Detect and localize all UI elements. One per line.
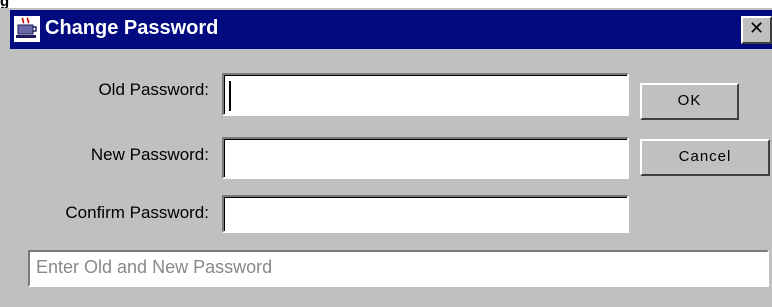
change-password-dialog: Change Password ✕ Old Password: New Pass… (0, 8, 772, 307)
dialog-title: Change Password (45, 17, 219, 39)
cancel-button[interactable]: Cancel (640, 139, 770, 176)
confirm-password-field[interactable] (222, 195, 629, 233)
text-caret (229, 81, 231, 111)
close-icon: ✕ (748, 18, 765, 39)
coffee-cup-icon (14, 16, 40, 42)
confirm-password-label: Confirm Password: (65, 203, 209, 222)
status-message: Enter Old and New Password (28, 250, 769, 287)
new-password-label: New Password: (90, 145, 209, 164)
new-password-field[interactable] (222, 137, 629, 179)
ok-button[interactable]: OK (640, 83, 739, 120)
close-button[interactable]: ✕ (741, 16, 772, 44)
old-password-label: Old Password: (98, 80, 209, 99)
old-password-field[interactable] (222, 73, 629, 116)
